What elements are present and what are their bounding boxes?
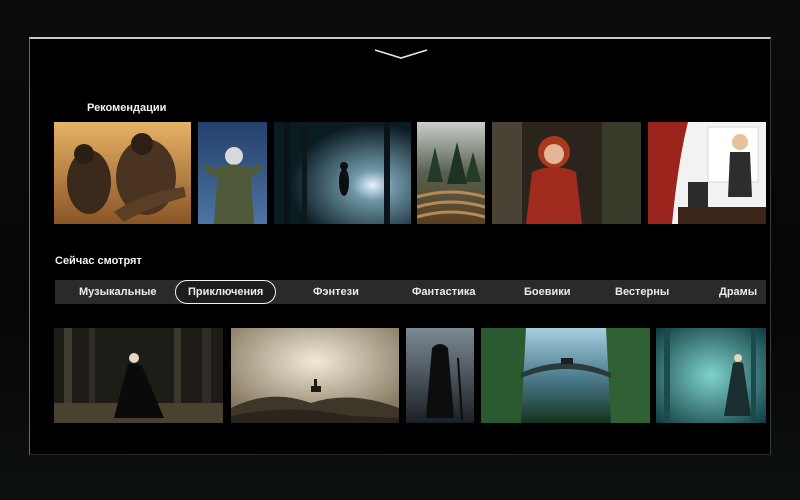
genre-tab-bar: Музыкальные Приключения Фэнтези Фантасти… bbox=[55, 280, 766, 304]
now-watching-tile[interactable] bbox=[406, 328, 474, 423]
recommendation-tile[interactable] bbox=[417, 122, 485, 224]
tab-adventures[interactable]: Приключения bbox=[175, 280, 277, 304]
tab-sci-fi[interactable]: Фантастика bbox=[412, 280, 476, 304]
recommendation-tile[interactable] bbox=[274, 122, 411, 224]
tab-dramas[interactable]: Драмы bbox=[719, 280, 757, 304]
tv-screen: Рекомендации Сейчас смотрят Музыкальные … bbox=[29, 37, 771, 455]
tab-fantasy[interactable]: Фэнтези bbox=[313, 280, 359, 304]
tab-musicals[interactable]: Музыкальные bbox=[79, 280, 157, 304]
now-watching-tile[interactable] bbox=[656, 328, 766, 423]
tv-stage: Рекомендации Сейчас смотрят Музыкальные … bbox=[0, 0, 800, 500]
now-watching-tile[interactable] bbox=[54, 328, 223, 423]
recommendations-title: Рекомендации bbox=[87, 102, 167, 114]
now-watching-title: Сейчас смотрят bbox=[55, 255, 142, 267]
tab-action[interactable]: Боевики bbox=[524, 280, 571, 304]
chevron-down-icon[interactable] bbox=[373, 47, 429, 61]
recommendation-tile[interactable] bbox=[492, 122, 641, 224]
recommendation-tile[interactable] bbox=[198, 122, 267, 224]
recommendation-tile[interactable] bbox=[54, 122, 191, 224]
recommendation-tile[interactable] bbox=[648, 122, 766, 224]
tab-westerns[interactable]: Вестерны bbox=[615, 280, 669, 304]
now-watching-tile[interactable] bbox=[231, 328, 399, 423]
now-watching-tile[interactable] bbox=[481, 328, 650, 423]
